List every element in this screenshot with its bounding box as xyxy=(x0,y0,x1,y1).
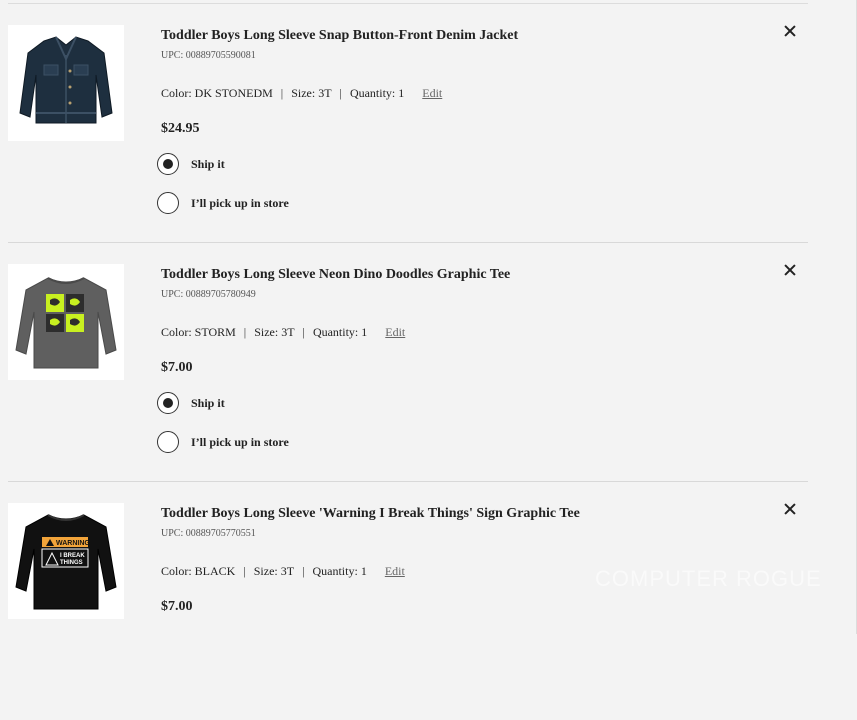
product-upc: UPC: 00889705780949 xyxy=(161,289,256,300)
break-text-line2: THINGS xyxy=(60,560,83,566)
product-attributes: Color: STORM | Size: 3T | Quantity: 1 Edit xyxy=(161,325,761,339)
item-details: Toddler Boys Long Sleeve Neon Dino Doodl… xyxy=(157,267,761,454)
denim-jacket-image[interactable] xyxy=(8,25,124,141)
separator: | xyxy=(243,325,247,339)
product-color: Color: STORM xyxy=(161,325,236,339)
separator: | xyxy=(302,564,305,578)
ship-it-label[interactable]: Ship it xyxy=(191,396,225,411)
pickup-option[interactable]: I’ll pick up in store xyxy=(157,191,761,215)
cart-item-list: Toddler Boys Long Sleeve Snap Button-Fro… xyxy=(8,4,808,720)
pickup-option[interactable]: I’ll pick up in store xyxy=(157,430,761,454)
edit-link[interactable]: Edit xyxy=(385,564,405,578)
item-details: Toddler Boys Long Sleeve 'Warning I Brea… xyxy=(161,506,761,615)
remove-item-close-icon[interactable] xyxy=(782,500,800,518)
separator: | xyxy=(280,86,284,100)
remove-item-close-icon[interactable] xyxy=(782,261,800,279)
edit-link[interactable]: Edit xyxy=(385,325,405,339)
product-attributes: Color: BLACK | Size: 3T | Quantity: 1 Edit xyxy=(161,564,761,578)
product-upc: UPC: 00889705770551 xyxy=(161,528,256,539)
product-quantity: Quantity: 1 xyxy=(312,564,367,578)
pickup-label[interactable]: I’ll pick up in store xyxy=(191,435,289,450)
separator: | xyxy=(302,325,305,339)
item-details: Toddler Boys Long Sleeve Snap Button-Fro… xyxy=(157,28,761,215)
gray-dino-tee-image[interactable] xyxy=(8,264,124,380)
cart-item: Toddler Boys Long Sleeve Snap Button-Fro… xyxy=(8,4,808,243)
product-quantity: Quantity: 1 xyxy=(349,86,405,100)
product-title[interactable]: Toddler Boys Long Sleeve 'Warning I Brea… xyxy=(161,506,761,522)
product-color: Color: BLACK xyxy=(161,564,236,578)
product-price: $24.95 xyxy=(161,121,200,136)
warning-text: WARNING xyxy=(56,540,90,547)
break-text-line1: I BREAK xyxy=(60,553,85,559)
separator: | xyxy=(339,86,342,100)
ship-it-option[interactable]: Ship it xyxy=(157,391,761,415)
pickup-radio[interactable] xyxy=(157,431,179,453)
ship-it-option[interactable]: Ship it xyxy=(157,152,761,176)
product-price: $7.00 xyxy=(161,360,193,375)
black-warning-tee-image[interactable]: WARNING I BREAK THINGS xyxy=(8,503,124,619)
product-title[interactable]: Toddler Boys Long Sleeve Snap Button-Fro… xyxy=(161,28,761,44)
ship-it-radio[interactable] xyxy=(157,153,179,175)
denim-jacket-icon xyxy=(19,36,113,124)
remove-item-close-icon[interactable] xyxy=(782,22,800,40)
product-title[interactable]: Toddler Boys Long Sleeve Neon Dino Doodl… xyxy=(161,267,761,283)
cart-item: Toddler Boys Long Sleeve Neon Dino Doodl… xyxy=(8,243,808,482)
cart-item: WARNING I BREAK THINGS Toddler Boys Long… xyxy=(8,482,808,720)
ship-it-radio[interactable] xyxy=(157,392,179,414)
product-size: Size: 3T xyxy=(254,325,295,339)
product-price: $7.00 xyxy=(161,599,193,614)
ship-it-label[interactable]: Ship it xyxy=(191,157,225,172)
pickup-label[interactable]: I’ll pick up in store xyxy=(191,196,289,211)
product-quantity: Quantity: 1 xyxy=(312,325,368,339)
edit-link[interactable]: Edit xyxy=(422,86,442,100)
product-upc: UPC: 00889705590081 xyxy=(161,50,256,61)
product-size: Size: 3T xyxy=(253,564,295,578)
gray-tee-icon xyxy=(15,277,117,369)
product-size: Size: 3T xyxy=(291,86,332,100)
product-color: Color: DK STONEDM xyxy=(161,86,273,100)
pickup-radio[interactable] xyxy=(157,192,179,214)
black-tee-icon: WARNING I BREAK THINGS xyxy=(15,514,117,610)
product-attributes: Color: DK STONEDM | Size: 3T | Quantity: 1 Ed… xyxy=(161,86,761,100)
separator: | xyxy=(243,564,246,578)
